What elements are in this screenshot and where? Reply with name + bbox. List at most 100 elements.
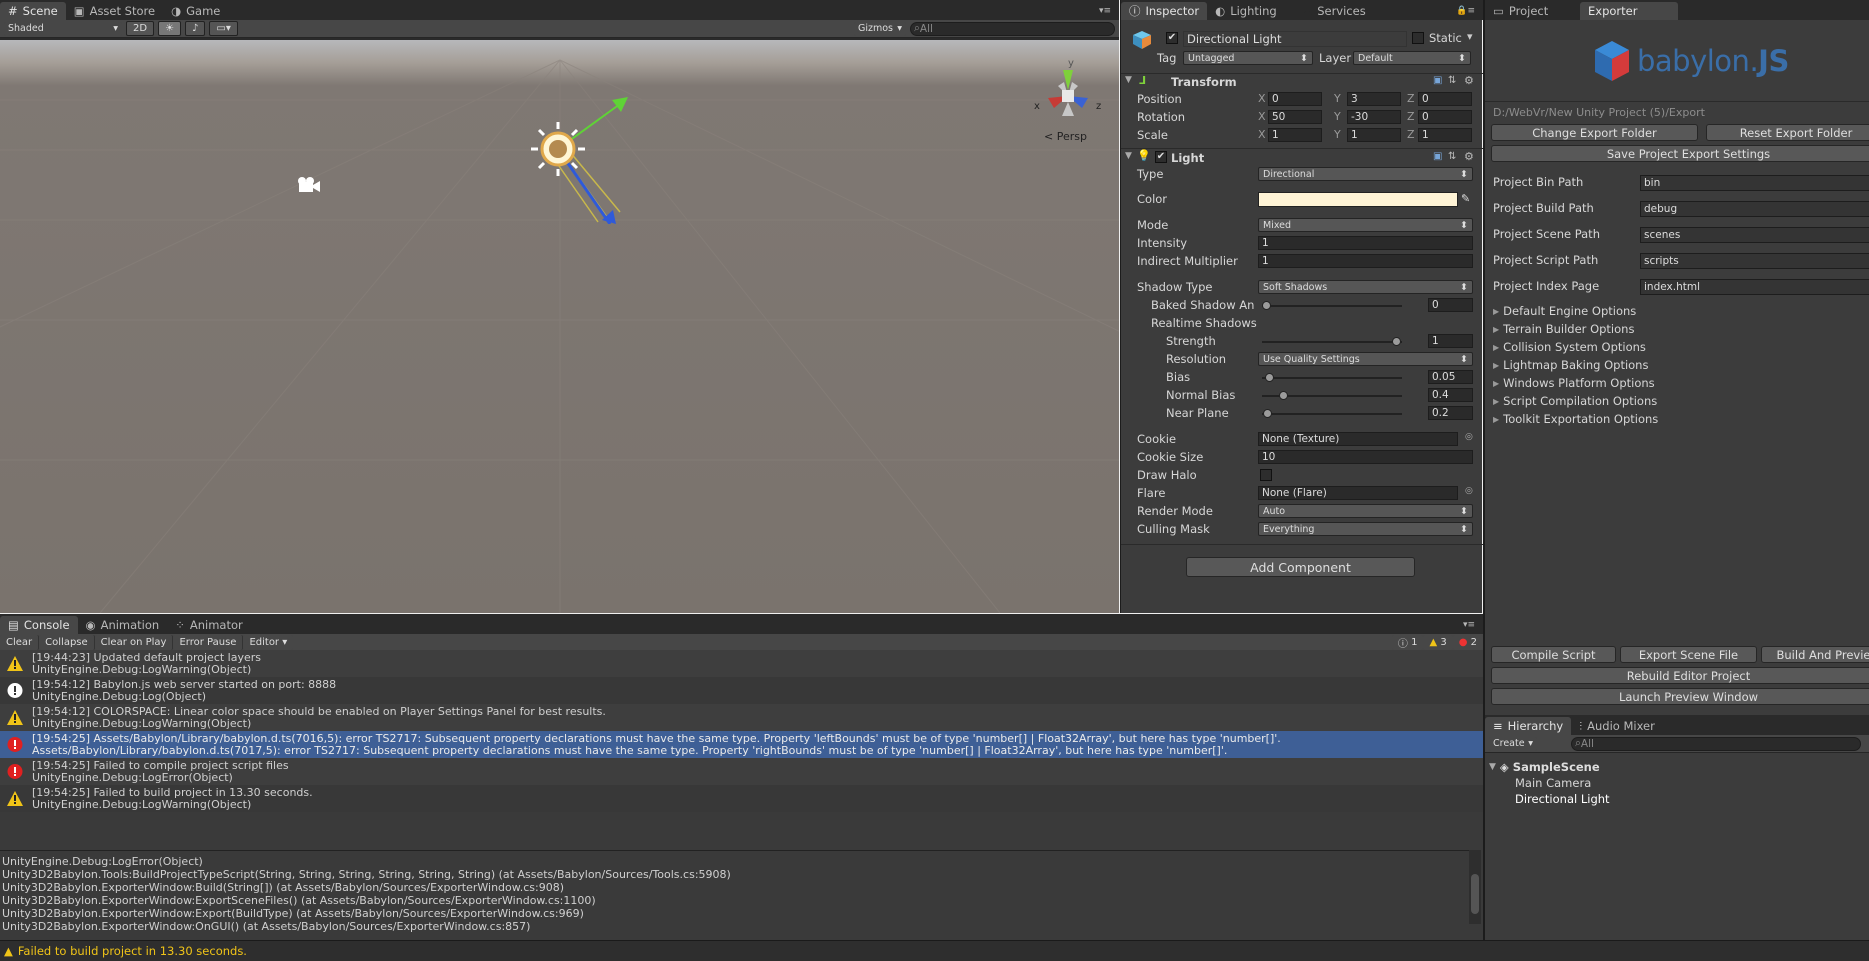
eyedropper-icon[interactable]: ✎	[1461, 192, 1470, 205]
near-plane-field[interactable]: 0.2	[1428, 406, 1473, 420]
tab-inspector[interactable]: ⓘ Inspector	[1121, 2, 1208, 20]
light-type-dropdown[interactable]: Directional ⬍	[1258, 167, 1473, 181]
scale-y-field[interactable]: 1	[1347, 128, 1401, 142]
console-entry[interactable]: [19:54:25] Failed to compile project scr…	[0, 758, 1483, 785]
tab-game[interactable]: ◑ Game	[163, 2, 228, 20]
status-bar[interactable]: ▲ Failed to build project in 13.30 second…	[0, 940, 1869, 961]
static-checkbox[interactable]	[1412, 32, 1424, 44]
export-scene-file-button[interactable]: Export Scene File	[1620, 646, 1757, 663]
lock-icon[interactable]: 🔒≡	[1448, 2, 1483, 20]
console-entry[interactable]: [19:54:12] Babylon.js web server started…	[0, 677, 1483, 704]
foldout-toolkit-exportation[interactable]: Toolkit Exportation Options	[1493, 412, 1658, 426]
persp-label[interactable]: < Persp	[1044, 130, 1087, 143]
resolution-dropdown[interactable]: Use Quality Settings ⬍	[1258, 352, 1473, 366]
foldout-windows-platform[interactable]: Windows Platform Options	[1493, 376, 1655, 390]
light-enabled-checkbox[interactable]: ✔	[1155, 151, 1167, 163]
transform-header[interactable]: ▼ ⅃ Transform ▣ ⇅ ⚙	[1121, 73, 1483, 90]
static-dropdown-icon[interactable]: ▾	[1467, 30, 1473, 43]
mode-2d-button[interactable]: 2D	[126, 21, 155, 36]
lighting-toggle-icon[interactable]: ☀	[158, 21, 182, 36]
console-entry[interactable]: [19:54:25] Failed to build project in 13…	[0, 785, 1483, 812]
index-page-field[interactable]: index.html	[1640, 279, 1869, 295]
foldout-lightmap-baking[interactable]: Lightmap Baking Options	[1493, 358, 1648, 372]
baked-shadow-slider[interactable]	[1262, 298, 1402, 312]
strength-slider[interactable]	[1262, 334, 1402, 348]
change-export-folder-button[interactable]: Change Export Folder	[1491, 124, 1698, 141]
scene-path-field[interactable]: scenes	[1640, 227, 1869, 243]
strength-field[interactable]: 1	[1428, 334, 1473, 348]
cookie-field[interactable]: None (Texture)	[1258, 432, 1458, 446]
scale-z-field[interactable]: 1	[1418, 128, 1472, 142]
tab-services[interactable]: ☁ Services	[1293, 2, 1374, 20]
light-header[interactable]: ▼ 💡 ✔ Light ▣ ⇅ ⚙	[1121, 148, 1483, 165]
near-plane-slider[interactable]	[1262, 406, 1402, 420]
clear-button[interactable]: Clear	[0, 635, 40, 650]
scene-root-item[interactable]: ▼ ◈ SampleScene	[1489, 759, 1600, 774]
tag-dropdown[interactable]: Untagged ⬍	[1183, 51, 1313, 65]
hierarchy-item-main-camera[interactable]: Main Camera	[1515, 776, 1591, 790]
gizmos-dropdown[interactable]: Gizmos ▾	[854, 21, 906, 36]
tab-hierarchy[interactable]: ≡ Hierarchy	[1485, 717, 1572, 735]
build-and-preview-button[interactable]: Build And Previe	[1761, 646, 1869, 663]
editor-dropdown[interactable]: Editor ▾	[243, 635, 294, 650]
tab-asset-store[interactable]: ▣ Asset Store	[66, 2, 163, 20]
rebuild-editor-project-button[interactable]: Rebuild Editor Project	[1491, 667, 1869, 684]
console-entry-selected[interactable]: [19:54:25] Assets/Babylon/Library/babylo…	[0, 731, 1483, 758]
panel-menu-icon[interactable]: ▾≡	[1091, 2, 1119, 20]
light-mode-dropdown[interactable]: Mixed ⬍	[1258, 218, 1473, 232]
tab-project[interactable]: ▭ Project	[1485, 2, 1580, 20]
position-y-field[interactable]: 3	[1347, 92, 1401, 106]
normal-bias-slider[interactable]	[1262, 388, 1402, 402]
shading-dropdown[interactable]: Shaded ▾	[4, 21, 122, 36]
foldout-collision-system[interactable]: Collision System Options	[1493, 340, 1646, 354]
color-swatch[interactable]	[1258, 192, 1458, 207]
error-count-toggle[interactable]: ● 2	[1452, 635, 1483, 650]
error-pause-button[interactable]: Error Pause	[173, 635, 244, 650]
log-count-toggle[interactable]: ⓘ 1	[1391, 635, 1424, 650]
reset-export-folder-button[interactable]: Reset Export Folder	[1706, 124, 1869, 141]
object-picker-icon[interactable]: ◎	[1465, 432, 1473, 442]
gear-icon[interactable]: ⚙	[1464, 150, 1474, 163]
object-name-field[interactable]: Directional Light	[1183, 31, 1407, 47]
build-path-field[interactable]: debug	[1640, 201, 1869, 217]
camera-gizmo-icon[interactable]	[292, 176, 322, 196]
object-picker-icon[interactable]: ◎	[1465, 486, 1473, 496]
active-checkbox[interactable]: ✔	[1166, 32, 1178, 44]
presets-icon[interactable]: ⇅	[1448, 151, 1456, 162]
warning-count-toggle[interactable]: ▲ 3	[1423, 635, 1453, 650]
console-entry[interactable]: [19:54:12] COLORSPACE: Linear color spac…	[0, 704, 1483, 731]
launch-preview-window-button[interactable]: Launch Preview Window	[1491, 688, 1869, 705]
stacktrace-panel[interactable]: UnityEngine.Debug:LogError(Object) Unity…	[0, 850, 1469, 933]
tab-scene[interactable]: # Scene	[0, 2, 66, 20]
draw-halo-checkbox[interactable]	[1260, 469, 1272, 481]
rotation-y-field[interactable]: -30	[1347, 110, 1401, 124]
position-x-field[interactable]: 0	[1268, 92, 1322, 106]
foldout-script-compilation[interactable]: Script Compilation Options	[1493, 394, 1657, 408]
compile-script-button[interactable]: Compile Script	[1491, 646, 1616, 663]
tab-animation[interactable]: ◉ Animation	[78, 616, 168, 634]
presets-icon[interactable]: ⇅	[1448, 75, 1456, 86]
scale-x-field[interactable]: 1	[1268, 128, 1322, 142]
tab-animator[interactable]: ⁘ Animator	[167, 616, 251, 634]
tab-lighting[interactable]: ◐ Lighting	[1207, 2, 1285, 20]
hierarchy-search-input[interactable]: ⌕ All	[1571, 736, 1861, 751]
flare-field[interactable]: None (Flare)	[1258, 486, 1458, 500]
clear-on-play-button[interactable]: Clear on Play	[94, 635, 174, 650]
shadow-type-dropdown[interactable]: Soft Shadows ⬍	[1258, 280, 1473, 294]
baked-shadow-field[interactable]: 0	[1428, 298, 1473, 312]
help-icon[interactable]: ▣	[1433, 151, 1442, 162]
directional-light-gizmo[interactable]	[520, 84, 640, 224]
tab-exporter[interactable]: Exporter	[1580, 2, 1678, 20]
add-component-button[interactable]: Add Component	[1186, 557, 1415, 577]
tab-console[interactable]: ▤ Console	[0, 616, 78, 634]
tab-audio-mixer[interactable]: ⫶ Audio Mixer	[1571, 717, 1663, 735]
gear-icon[interactable]: ⚙	[1464, 74, 1474, 87]
console-menu-icon[interactable]: ▾≡	[1455, 616, 1483, 634]
collapse-button[interactable]: Collapse	[39, 635, 95, 650]
create-dropdown[interactable]: Create ▾	[1489, 736, 1537, 751]
layer-dropdown[interactable]: Default ⬍	[1353, 51, 1471, 65]
help-icon[interactable]: ▣	[1433, 75, 1442, 86]
console-entry[interactable]: [19:44:23] Updated default project layer…	[0, 650, 1483, 677]
orientation-gizmo[interactable]: y x z < Persp	[1028, 58, 1108, 158]
rotation-z-field[interactable]: 0	[1418, 110, 1472, 124]
